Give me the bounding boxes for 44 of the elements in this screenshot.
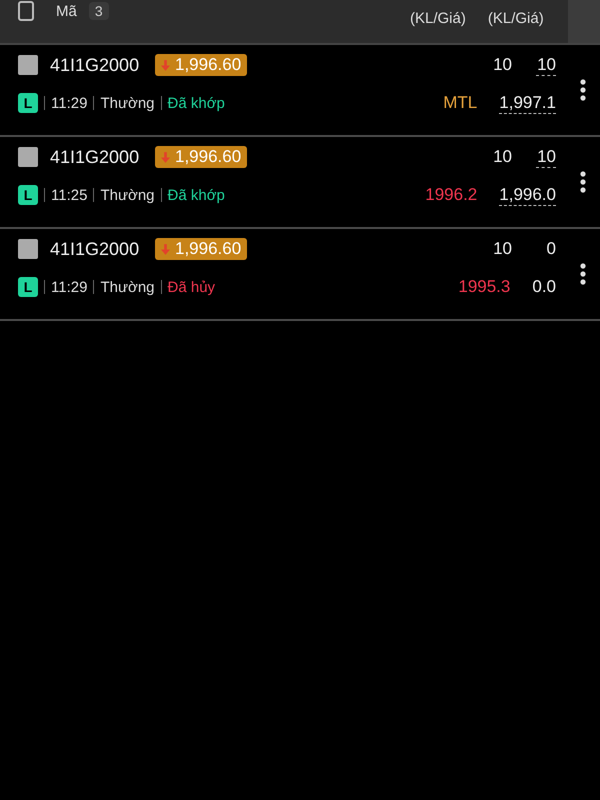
order-time: 11:29: [51, 94, 88, 112]
order-quantity: 10: [492, 55, 512, 75]
matched-quantity: 10: [536, 145, 556, 168]
contract-code: 41I1G2000: [50, 146, 140, 168]
matched-price: 1,997.1: [499, 92, 556, 114]
session-label: Thường: [100, 94, 155, 112]
down-arrow-icon: [161, 152, 170, 162]
more-options-icon[interactable]: [580, 79, 586, 101]
session-label: Thường: [100, 186, 155, 204]
row-checkbox[interactable]: [18, 55, 38, 75]
row-checkbox[interactable]: [18, 239, 38, 259]
matched-price: 0.0: [532, 277, 556, 297]
column-header: (KL/Giá): [410, 10, 466, 27]
contract-code: 41I1G2000: [50, 238, 140, 260]
matched-quantity: 0: [546, 238, 556, 259]
matched-quantity: 10: [536, 53, 556, 76]
price-badge: 1,996.60: [155, 54, 248, 76]
column-label: Mã: [56, 2, 77, 20]
order-type-tag: L: [18, 277, 38, 297]
row-checkbox[interactable]: [18, 147, 38, 167]
order-type-tag: L: [18, 93, 38, 113]
count-badge: 3: [88, 2, 109, 20]
contract-code: 41I1G2000: [50, 54, 140, 76]
price-badge: 1,996.60: [155, 146, 248, 168]
order-price: MTL: [443, 93, 478, 113]
session-label: Thường: [100, 278, 155, 296]
order-status: Đã hủy: [168, 278, 216, 296]
order-type-tag: L: [18, 185, 38, 205]
order-price: 1995.3: [458, 277, 510, 297]
order-time: 11:25: [51, 186, 88, 204]
order-quantity: 10: [492, 239, 512, 259]
order-time: 11:29: [51, 278, 88, 296]
column-header: (KL/Giá): [488, 10, 544, 27]
select-all-checkbox[interactable]: [18, 1, 34, 21]
down-arrow-icon: [161, 244, 170, 254]
order-price: 1996.2: [425, 185, 478, 205]
order-status: Đã khớp: [168, 94, 225, 112]
matched-price: 1,996.0: [499, 184, 556, 206]
more-options-icon[interactable]: [580, 171, 586, 193]
order-status: Đã khớp: [168, 186, 225, 204]
down-arrow-icon: [161, 60, 170, 70]
more-options-icon[interactable]: [580, 263, 586, 285]
price-badge: 1,996.60: [155, 238, 248, 260]
order-quantity: 10: [492, 147, 512, 167]
